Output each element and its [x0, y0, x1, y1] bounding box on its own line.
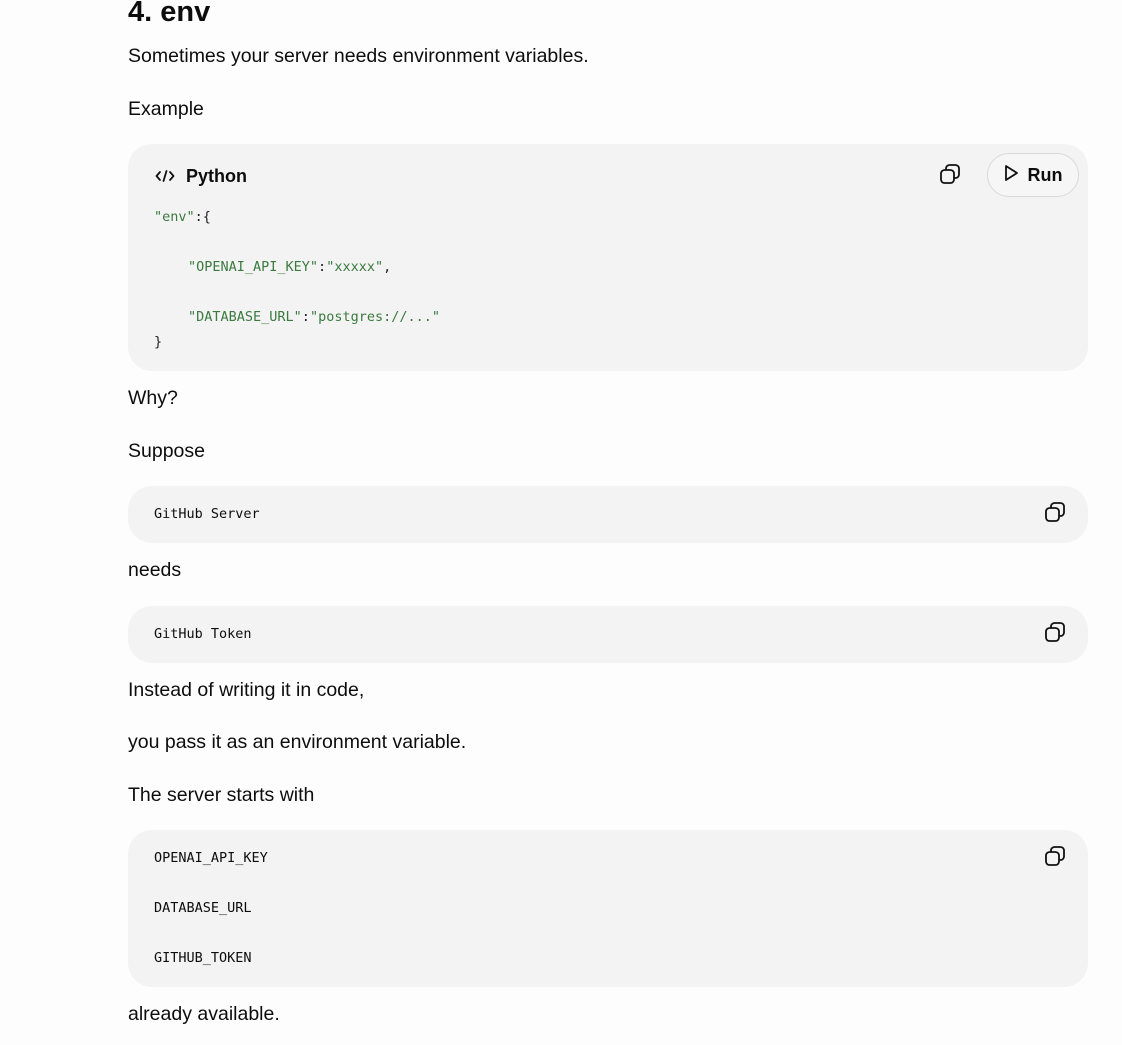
code-block-github-server: GitHub Server: [128, 486, 1088, 543]
suppose-text: Suppose: [128, 440, 205, 462]
code-token: }: [154, 334, 163, 350]
code-block-github-token: GitHub Token: [128, 606, 1088, 663]
why-text: Why?: [128, 387, 178, 409]
copy-button[interactable]: [935, 161, 965, 191]
code-line-1: "env":{: [154, 207, 211, 227]
section-heading: 4. env: [128, 0, 211, 28]
available-text: already available.: [128, 1003, 280, 1025]
page: 4. env Sometimes your server needs envir…: [0, 0, 1122, 1045]
code-language-label: Python: [186, 165, 247, 186]
copy-button[interactable]: [1040, 843, 1070, 873]
code-token: "OPENAI_API_KEY": [188, 259, 319, 275]
needs-text: needs: [128, 559, 182, 581]
run-button[interactable]: Run: [987, 153, 1079, 197]
code-text: GitHub Token: [154, 626, 252, 642]
code-token: "postgres://...": [309, 309, 440, 325]
code-token: ,: [383, 259, 392, 275]
copy-icon: [938, 162, 962, 191]
starts-with-text: The server starts with: [128, 784, 315, 806]
copy-button[interactable]: [1040, 619, 1070, 649]
code-token: :: [318, 259, 327, 275]
intro-text: Sometimes your server needs environment …: [128, 45, 589, 67]
code-token: "xxxxx": [326, 259, 384, 275]
code-language-header: Python: [154, 164, 247, 188]
pass-it-text: you pass it as an environment variable.: [128, 731, 467, 753]
example-label: Example: [128, 98, 204, 120]
code-line: DATABASE_URL: [154, 900, 252, 916]
code-icon: [154, 165, 176, 187]
run-button-label: Run: [1027, 164, 1063, 185]
code-token: "env": [154, 209, 195, 225]
copy-icon: [1043, 620, 1067, 649]
code-line: OPENAI_API_KEY: [154, 850, 268, 866]
code-line-3: "DATABASE_URL":"postgres://...": [188, 307, 440, 327]
code-block-env-vars: OPENAI_API_KEY DATABASE_URL GITHUB_TOKEN: [128, 830, 1088, 987]
code-line: GITHUB_TOKEN: [154, 950, 252, 966]
code-token: :{: [194, 209, 211, 225]
copy-button[interactable]: [1040, 499, 1070, 529]
code-line-4: }: [154, 332, 162, 352]
code-line-2: "OPENAI_API_KEY":"xxxxx",: [188, 257, 391, 277]
code-block-python: Python Run "env":{ "OPENAI_API_KEY":"xxx…: [128, 144, 1088, 371]
code-text: GitHub Server: [154, 506, 260, 522]
copy-icon: [1043, 500, 1067, 529]
instead-text: Instead of writing it in code,: [128, 679, 365, 701]
code-token: "DATABASE_URL": [188, 309, 302, 325]
play-icon: [1002, 163, 1020, 188]
copy-icon: [1043, 844, 1067, 873]
code-token: :: [301, 309, 310, 325]
